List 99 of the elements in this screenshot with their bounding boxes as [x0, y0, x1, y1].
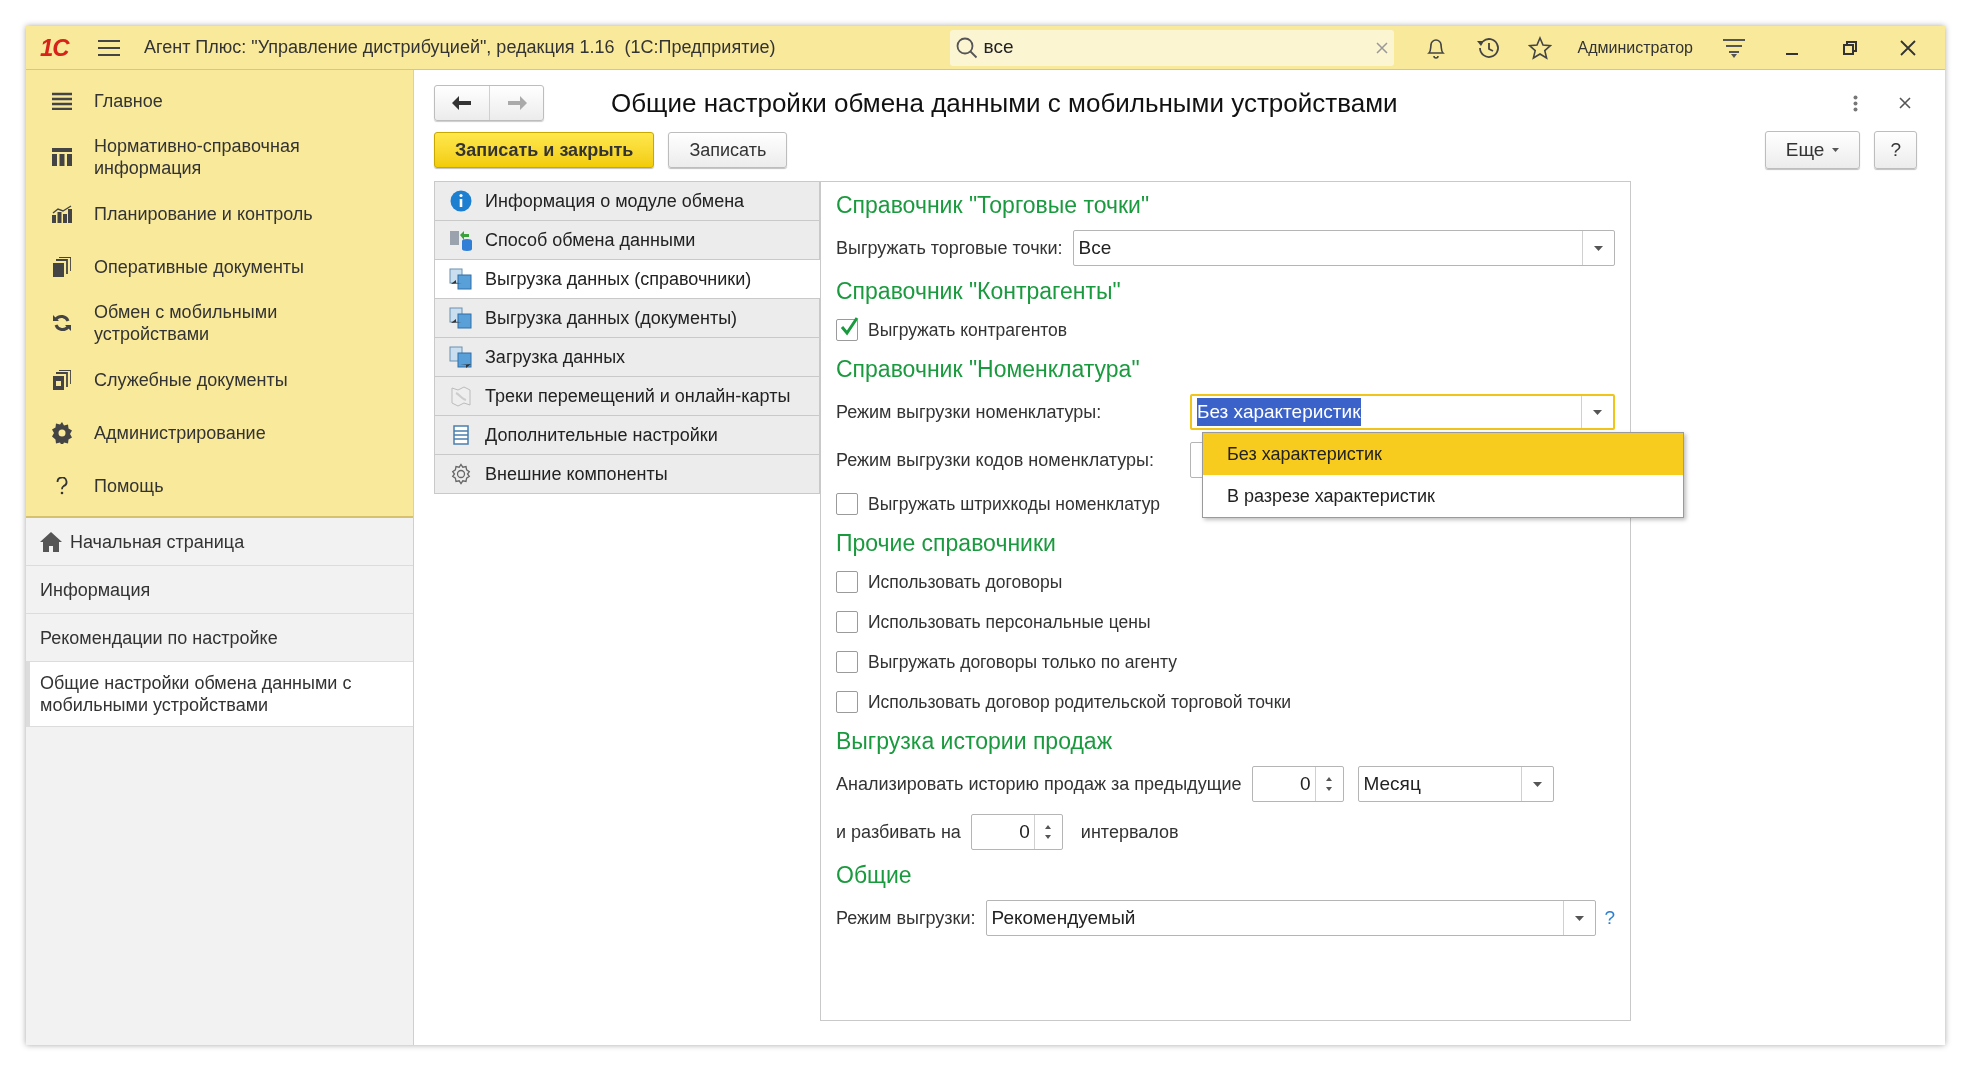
caret-icon [1594, 245, 1603, 251]
field-label: Выгружать торговые точки: [836, 236, 1063, 260]
sidebar-section-item[interactable]: Администрирование [26, 406, 413, 459]
documents-icon [53, 369, 71, 390]
form-title: Общие настройки обмена данными с мобильными устройствами [611, 86, 1399, 120]
field-label: Режим выгрузки: [836, 906, 976, 930]
sidebar-section-item[interactable]: Оперативные документы [26, 240, 413, 293]
help-button[interactable]: ? [1874, 131, 1917, 169]
history-icon [1474, 35, 1501, 60]
field-label: Анализировать историю продаж за предыдущие [836, 772, 1242, 796]
sidebar-section-item[interactable]: Обмен с мобильными устройствами [26, 293, 413, 353]
check-icon [838, 316, 860, 338]
home-icon [40, 531, 62, 552]
section-heading: Справочник "Контрагенты" [836, 276, 1122, 306]
checkbox[interactable] [836, 651, 858, 673]
section-tab[interactable]: Дополнительные настройки [434, 415, 820, 455]
caret-icon [1575, 915, 1585, 921]
documents-icon [53, 256, 71, 277]
dropdown-field[interactable]: Без характеристик [1190, 394, 1615, 430]
caret-icon [1832, 148, 1840, 152]
checkbox-label: Выгружать штрихкоды номенклатур [868, 492, 1161, 516]
section-heading: Справочник "Торговые точки" [836, 190, 1151, 220]
section-tab[interactable]: Треки перемещений и онлайн-карты [434, 376, 820, 416]
bar-chart-icon [52, 204, 72, 223]
close-icon [1900, 39, 1916, 56]
field-label: Режим выгрузки номенклатуры: [836, 400, 1103, 424]
field-label: интервалов [1080, 820, 1179, 844]
up-arrow-icon [1326, 777, 1332, 781]
caret-icon [1532, 781, 1542, 787]
sidebar-section-item[interactable]: Помощь [26, 459, 413, 512]
number-field[interactable]: 0 [970, 814, 1063, 850]
up-arrow-icon [1045, 825, 1052, 829]
info-icon [450, 190, 472, 212]
checkbox-label: Выгружать контрагентов [868, 318, 1068, 342]
gear-icon [51, 421, 73, 444]
arrow-icon [505, 95, 528, 111]
section-tab[interactable]: Загрузка данных [434, 337, 820, 377]
open-page-tab[interactable]: Общие настройки обмена данными с мобильными устройствами [26, 662, 413, 727]
sync-icon [52, 313, 72, 333]
dropdown-field[interactable]: Все [1072, 230, 1615, 266]
save-button[interactable]: Записать [668, 132, 788, 168]
field-label: Режим выгрузки кодов номенклатуры: [836, 448, 1155, 472]
sidebar-section-item[interactable]: Главное [26, 74, 413, 127]
export-icon [449, 307, 473, 329]
checkbox-label: Выгружать договоры только по агенту [868, 650, 1177, 674]
dropdown-option[interactable]: В разрезе характеристик [1203, 475, 1683, 517]
dropdown-option[interactable]: Без характеристик [1203, 433, 1683, 475]
down-arrow-icon [1326, 787, 1332, 791]
checkbox[interactable] [836, 571, 858, 593]
section-tab[interactable]: Способ обмена данными [434, 220, 820, 260]
checkbox-label: Использовать персональные цены [868, 610, 1151, 634]
close-icon [1899, 97, 1911, 109]
export-icon [449, 268, 473, 290]
search-field[interactable]: все [949, 29, 1394, 66]
database-icon [449, 229, 473, 251]
caret-icon [1593, 409, 1602, 415]
help-link[interactable]: ? [1604, 903, 1615, 933]
import-icon [449, 346, 473, 368]
field-label: и разбивать на [836, 820, 961, 844]
menu-icon [98, 38, 120, 57]
section-heading: Справочник "Номенклатура" [836, 354, 1141, 384]
help-icon [56, 476, 68, 495]
arrow-icon [451, 95, 473, 111]
down-arrow-icon [1045, 835, 1052, 839]
section-tab[interactable]: Выгрузка данных (документы) [434, 298, 820, 338]
sidebar-section-item[interactable]: Нормативно-справочная информация [26, 127, 413, 187]
sidebar-section-item[interactable]: Служебные документы [26, 353, 413, 406]
number-field[interactable]: 0 [1251, 766, 1344, 802]
section-tab[interactable]: Внешние компоненты [434, 454, 820, 494]
more-button[interactable]: Еще [1764, 131, 1861, 169]
filter-icon [1723, 37, 1745, 58]
checkbox[interactable] [836, 611, 858, 633]
clear-icon [1375, 41, 1388, 54]
section-heading: Прочие справочники [836, 528, 1057, 558]
gear-icon [450, 463, 472, 485]
search-icon [955, 36, 978, 59]
list-icon [453, 425, 469, 445]
section-tab[interactable]: Информация о модуле обмена [434, 181, 820, 221]
user-name: Администратор [1577, 37, 1693, 58]
section-heading: Общие [836, 860, 913, 890]
dropdown-field[interactable]: Рекомендуемый [985, 900, 1597, 936]
app-title: Агент Плюс: "Управление дистрибуцией", редакция 1.16 (1С:Предприятие) [144, 36, 776, 59]
checkbox[interactable] [836, 319, 858, 341]
section-heading: Выгрузка истории продаж [836, 726, 1113, 756]
sidebar-section-item[interactable]: Планирование и контроль [26, 187, 413, 240]
checkbox[interactable] [836, 691, 858, 713]
star-icon [1527, 35, 1552, 60]
save-button[interactable]: Записать и закрыть [434, 132, 655, 168]
checkbox-label: Использовать договор родительской торговой точки [868, 690, 1292, 714]
checkbox-label: Использовать договоры [868, 570, 1063, 594]
map-icon [450, 385, 472, 407]
columns-icon [52, 148, 72, 166]
list-icon [52, 91, 72, 110]
dropdown-field[interactable]: Месяц [1357, 766, 1554, 802]
kebab-icon [1852, 94, 1858, 112]
app-logo: 1С [40, 35, 71, 60]
checkbox[interactable] [836, 493, 858, 515]
restore-icon [1843, 40, 1857, 55]
minimize-icon [1786, 52, 1798, 55]
